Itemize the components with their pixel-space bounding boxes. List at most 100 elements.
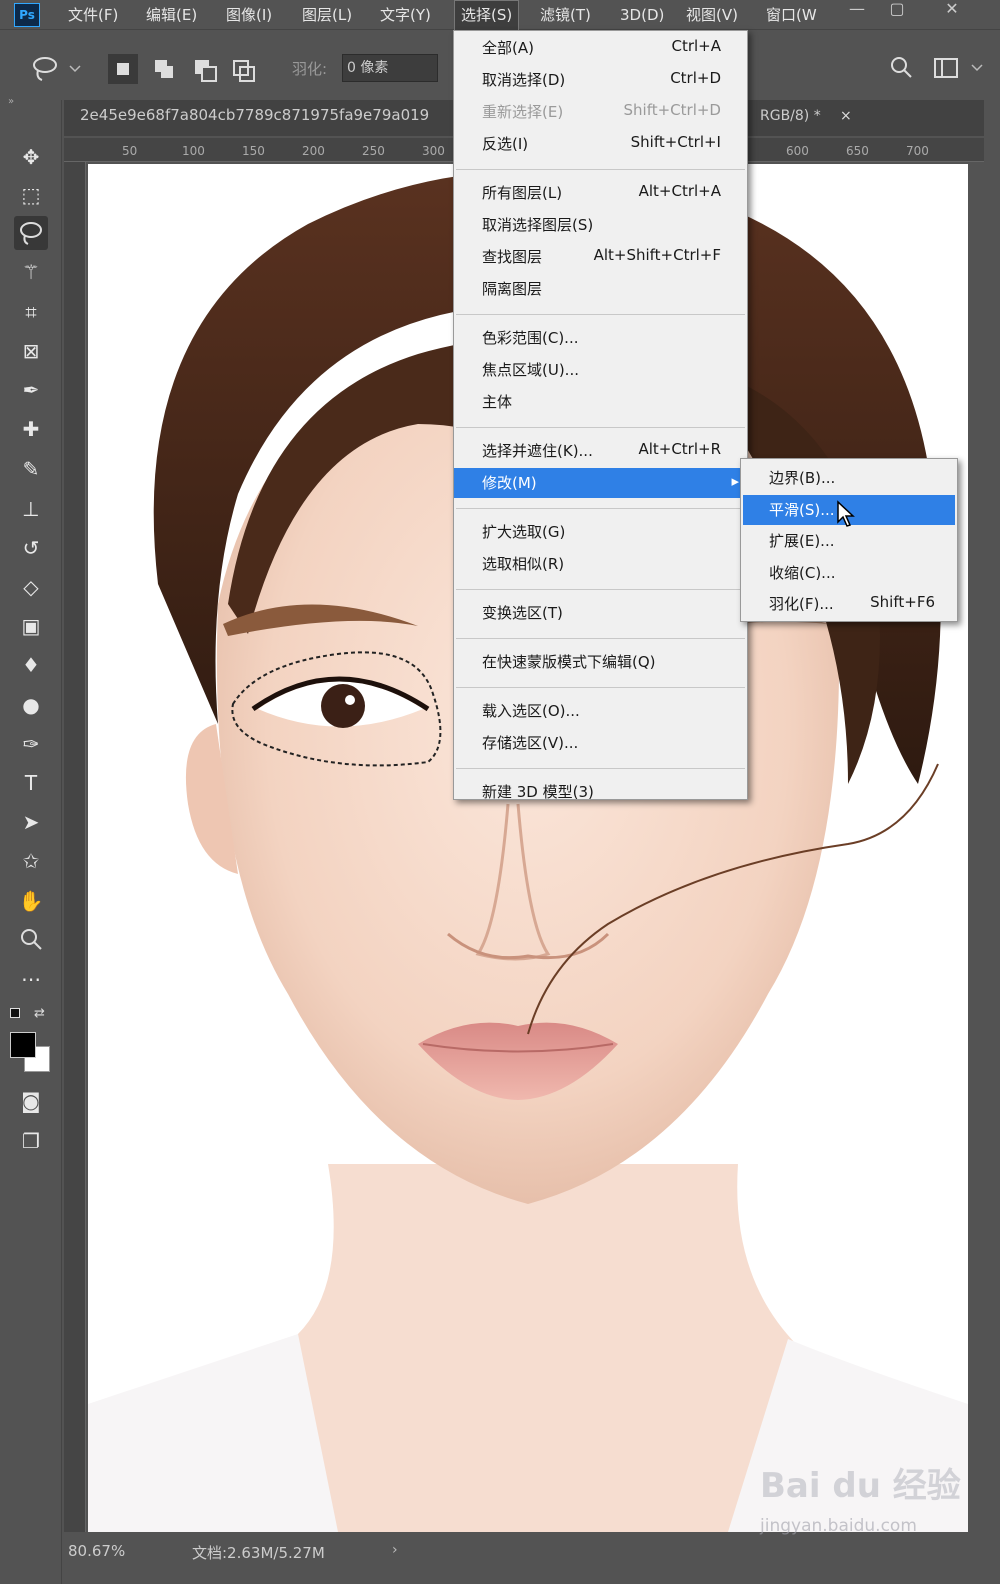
select-menu-item[interactable]: 新建 3D 模型(3)	[454, 777, 747, 807]
menu-2[interactable]: 图像(I)	[226, 0, 272, 30]
select-menu-item[interactable]: 取消选择(D) Ctrl+D	[454, 65, 747, 95]
menu-item-shortcut: Ctrl+D	[670, 69, 721, 87]
hand-tool-icon[interactable]: ✋	[14, 884, 48, 918]
intersect-selection-button[interactable]	[228, 54, 258, 84]
select-menu-item[interactable]: 存储选区(V)...	[454, 728, 747, 758]
select-menu-item[interactable]: 查找图层 Alt+Shift+Ctrl+F	[454, 242, 747, 272]
tab-close-icon[interactable]: ×	[840, 108, 852, 124]
menu-item-label: 色彩范围(C)...	[482, 329, 579, 347]
menu-separator	[456, 427, 745, 428]
shape-tool-icon[interactable]: ✩	[14, 844, 48, 878]
menu-4[interactable]: 文字(Y)	[380, 0, 431, 30]
document-tab-mode: RGB/8) *	[760, 108, 821, 124]
menu-item-label: 载入选区(O)...	[482, 702, 580, 720]
menu-separator	[456, 687, 745, 688]
select-menu-item[interactable]: 在快速蒙版模式下编辑(Q)	[454, 647, 747, 677]
minimize-icon[interactable]: —	[840, 0, 874, 22]
menu-item-shortcut: Alt+Shift+Ctrl+F	[593, 246, 721, 264]
select-menu-item[interactable]: 取消选择图层(S)	[454, 210, 747, 240]
healing-brush-tool-icon[interactable]: ✚	[14, 412, 48, 446]
menu-8[interactable]: 视图(V)	[686, 0, 738, 30]
select-menu-item[interactable]: 隔离图层	[454, 274, 747, 304]
foreground-color-swatch[interactable]	[10, 1032, 36, 1058]
gradient-tool-icon[interactable]: ▣	[14, 609, 48, 643]
lasso-tool-icon[interactable]	[14, 216, 48, 250]
new-selection-button[interactable]	[108, 54, 138, 84]
menu-item-label: 查找图层	[482, 248, 543, 266]
modify-submenu-item[interactable]: 扩展(E)...	[743, 526, 955, 556]
status-expand-icon[interactable]: ›	[392, 1542, 398, 1558]
screen-mode-icon[interactable]: ❐	[14, 1124, 48, 1158]
type-tool-icon[interactable]: T	[14, 766, 48, 800]
feather-input[interactable]: 0 像素	[342, 54, 438, 82]
menu-5[interactable]: 选择(S)	[454, 0, 520, 31]
menu-9[interactable]: 窗口(W	[766, 0, 817, 30]
select-menu-item: 重新选择(E) Shift+Ctrl+D	[454, 97, 747, 127]
workspace-icon[interactable]	[932, 54, 988, 82]
ruler-tick-label: 250	[362, 144, 385, 158]
magic-wand-tool-icon[interactable]: ⚚	[14, 255, 48, 289]
select-menu-item[interactable]: 变换选区(T)	[454, 598, 747, 628]
select-menu-item[interactable]: 修改(M) ▸	[454, 468, 747, 498]
eyedropper-tool-icon[interactable]: ✒	[14, 373, 48, 407]
swap-colors-icon[interactable]: ⇄	[34, 1006, 45, 1021]
menu-item-label: 隔离图层	[482, 280, 543, 298]
close-window-icon[interactable]: ✕	[935, 0, 969, 22]
subtract-from-selection-button[interactable]	[190, 54, 220, 84]
modify-submenu-item[interactable]: 收缩(C)...	[743, 558, 955, 588]
ruler-tick-label: 700	[906, 144, 929, 158]
marquee-tool-icon[interactable]: ⬚	[14, 178, 48, 212]
quick-mask-icon[interactable]: ◙	[14, 1084, 48, 1118]
add-to-selection-button[interactable]	[150, 54, 180, 84]
more-tools-icon[interactable]: ⋯	[14, 962, 48, 996]
submenu-item-label: 边界(B)...	[769, 469, 836, 487]
menu-0[interactable]: 文件(F)	[68, 0, 118, 30]
zoom-tool-icon[interactable]	[14, 922, 48, 956]
ruler-tick-label: 600	[786, 144, 809, 158]
dodge-tool-icon[interactable]: ●	[14, 688, 48, 722]
maximize-icon[interactable]: ▢	[880, 0, 914, 22]
menu-item-label: 选择并遮住(K)...	[482, 442, 593, 460]
menu-1[interactable]: 编辑(E)	[146, 0, 197, 30]
menu-item-label: 主体	[482, 393, 513, 411]
modify-submenu-item[interactable]: 羽化(F)... Shift+F6	[743, 589, 955, 619]
panel-collapse-icon[interactable]: »	[8, 96, 14, 107]
blur-tool-icon[interactable]: ♦	[14, 648, 48, 682]
zoom-level[interactable]: 80.67%	[68, 1542, 125, 1560]
brush-tool-icon[interactable]: ✎	[14, 452, 48, 486]
select-menu-item[interactable]: 全部(A) Ctrl+A	[454, 33, 747, 63]
path-selection-tool-icon[interactable]: ➤	[14, 805, 48, 839]
pen-tool-icon[interactable]: ✑	[14, 727, 48, 761]
select-menu-item[interactable]: 所有图层(L) Alt+Ctrl+A	[454, 178, 747, 208]
select-menu-item[interactable]: 扩大选取(G)	[454, 517, 747, 547]
menu-item-shortcut: Shift+Ctrl+D	[623, 101, 721, 119]
menu-separator	[456, 638, 745, 639]
select-menu-item[interactable]: 主体	[454, 387, 747, 417]
menu-item-label: 新建 3D 模型(3)	[482, 783, 594, 801]
lasso-preset-icon[interactable]	[30, 54, 86, 84]
ruler-tick-label: 100	[182, 144, 205, 158]
menu-6[interactable]: 滤镜(T)	[540, 0, 591, 30]
menu-7[interactable]: 3D(D)	[620, 0, 664, 30]
move-tool-icon[interactable]: ✥	[14, 140, 48, 174]
default-colors-icon[interactable]	[10, 1008, 20, 1018]
menu-3[interactable]: 图层(L)	[302, 0, 352, 30]
menu-item-label: 在快速蒙版模式下编辑(Q)	[482, 653, 656, 671]
modify-submenu-item[interactable]: 边界(B)...	[743, 463, 955, 493]
menu-separator	[456, 314, 745, 315]
select-menu-item[interactable]: 选择并遮住(K)... Alt+Ctrl+R	[454, 436, 747, 466]
select-menu-item[interactable]: 焦点区域(U)...	[454, 355, 747, 385]
select-menu-item[interactable]: 色彩范围(C)...	[454, 323, 747, 353]
document-tab-title[interactable]: 2e45e9e68f7a804cb7789c871975fa9e79a019	[80, 106, 429, 124]
crop-tool-icon[interactable]: ⌗	[14, 295, 48, 329]
menu-item-label: 扩大选取(G)	[482, 523, 566, 541]
eraser-tool-icon[interactable]: ◇	[14, 570, 48, 604]
search-icon[interactable]	[888, 54, 916, 82]
select-menu-item[interactable]: 选取相似(R)	[454, 549, 747, 579]
select-menu-item[interactable]: 反选(I) Shift+Ctrl+I	[454, 129, 747, 159]
clone-stamp-tool-icon[interactable]: ⊥	[14, 492, 48, 526]
history-brush-tool-icon[interactable]: ↺	[14, 531, 48, 565]
select-menu-item[interactable]: 载入选区(O)...	[454, 696, 747, 726]
submenu-item-label: 平滑(S)...	[769, 500, 835, 519]
frame-tool-icon[interactable]: ⊠	[14, 334, 48, 368]
